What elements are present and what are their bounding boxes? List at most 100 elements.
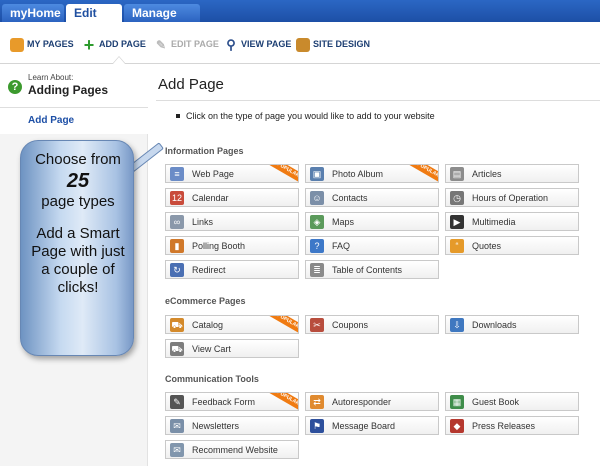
pencil-icon: ✎ xyxy=(155,37,167,52)
callout-line-4: Add a Smart Page with just a couple of c… xyxy=(31,225,125,296)
page-type-redirect[interactable]: ↻ Redirect xyxy=(165,260,299,279)
links-icon: ∞ xyxy=(170,215,184,229)
callout-line-3: page types xyxy=(41,193,115,210)
page-type-label: Multimedia xyxy=(472,217,516,227)
articles-icon: ▤ xyxy=(450,167,464,181)
bullet-icon xyxy=(176,114,180,118)
faq-icon: ? xyxy=(310,239,324,253)
page-type-photo-album[interactable]: ▣ Photo Album POPULAR xyxy=(305,164,439,183)
page-type-label: Hours of Operation xyxy=(472,193,549,203)
page-type-label: Polling Booth xyxy=(192,241,246,251)
popular-badge: POPULAR xyxy=(266,165,298,182)
page-type-label: View Cart xyxy=(192,344,231,354)
page-type-label: Articles xyxy=(472,169,502,179)
page-type-downloads[interactable]: ⇩ Downloads xyxy=(445,315,579,334)
clock-icon: ◷ xyxy=(450,191,464,205)
page-type-label: Web Page xyxy=(192,169,234,179)
magnifier-icon: ⚲ xyxy=(226,36,236,52)
redirect-icon: ↻ xyxy=(170,263,184,277)
photo-album-icon: ▣ xyxy=(310,167,324,181)
learn-about-label: Learn About: xyxy=(28,73,74,82)
main-content: Add Page Click on the type of page you w… xyxy=(148,64,600,466)
my-pages-button[interactable]: MY PAGES xyxy=(10,36,74,52)
table-of-contents-icon: ≣ xyxy=(310,263,324,277)
view-page-label: VIEW PAGE xyxy=(241,39,292,49)
page-type-label: Press Releases xyxy=(472,421,536,431)
sidebar-item-add-page[interactable]: Add Page xyxy=(0,108,148,134)
page-type-recommend-website[interactable]: ✉ Recommend Website xyxy=(165,440,299,459)
popular-badge: POPULAR xyxy=(266,316,298,333)
page-type-label: Autoresponder xyxy=(332,397,392,407)
page-type-faq[interactable]: ? FAQ xyxy=(305,236,439,255)
edit-page-label: EDIT PAGE xyxy=(171,39,219,49)
page-type-label: Links xyxy=(192,217,214,227)
help-icon: ? xyxy=(8,80,22,94)
maps-icon: ◈ xyxy=(310,215,324,229)
page-type-label: Quotes xyxy=(472,241,502,251)
page-type-quotes[interactable]: “ Quotes xyxy=(445,236,579,255)
page-type-articles[interactable]: ▤ Articles xyxy=(445,164,579,183)
site-design-button[interactable]: SITE DESIGN xyxy=(296,36,370,52)
section-information-pages: Information Pages xyxy=(165,146,244,156)
multimedia-icon: ▶ xyxy=(450,215,464,229)
page-type-multimedia[interactable]: ▶ Multimedia xyxy=(445,212,579,231)
newsletters-icon: ✉ xyxy=(170,419,184,433)
page-type-hours-of-operation[interactable]: ◷ Hours of Operation xyxy=(445,188,579,207)
page-type-label: Catalog xyxy=(192,320,224,330)
coupons-icon: ✂ xyxy=(310,318,324,332)
page-type-label: Newsletters xyxy=(192,421,240,431)
page-type-label: Redirect xyxy=(192,265,226,275)
tab-myhome[interactable]: myHome xyxy=(2,4,64,22)
my-pages-label: MY PAGES xyxy=(27,39,74,49)
view-page-button[interactable]: ⚲ VIEW PAGE xyxy=(224,36,291,52)
recommend-website-icon: ✉ xyxy=(170,443,184,457)
page-type-label: Recommend Website xyxy=(192,445,278,455)
polling-booth-icon: ▮ xyxy=(170,239,184,253)
catalog-icon: ⛟ xyxy=(170,318,184,332)
learn-about-box[interactable]: ? Learn About: Adding Pages xyxy=(0,64,148,108)
page-type-calendar[interactable]: 12 Calendar xyxy=(165,188,299,207)
page-type-feedback-form[interactable]: ✎ Feedback Form POPULAR xyxy=(165,392,299,411)
tab-manage-site[interactable]: Manage Site xyxy=(124,4,200,38)
edit-page-button[interactable]: ✎ EDIT PAGE xyxy=(154,36,219,52)
tab-edit-site[interactable]: Edit Site xyxy=(66,4,122,38)
add-page-button[interactable]: + ADD PAGE xyxy=(82,34,146,55)
page-type-view-cart[interactable]: ⛟ View Cart xyxy=(165,339,299,358)
page-type-web-page[interactable]: ≡ Web Page POPULAR xyxy=(165,164,299,183)
page-type-label: Feedback Form xyxy=(192,397,256,407)
web-page-icon: ≡ xyxy=(170,167,184,181)
popular-badge: POPULAR xyxy=(266,393,298,410)
page-type-newsletters[interactable]: ✉ Newsletters xyxy=(165,416,299,435)
page-type-label: Guest Book xyxy=(472,397,520,407)
popular-badge: POPULAR xyxy=(406,165,438,182)
page-type-press-releases[interactable]: ◆ Press Releases xyxy=(445,416,579,435)
page-type-label: FAQ xyxy=(332,241,351,251)
page-type-label: Photo Album xyxy=(332,169,384,179)
page-type-label: Message Board xyxy=(332,421,396,431)
page-type-label: Calendar xyxy=(192,193,229,203)
page-type-coupons[interactable]: ✂ Coupons xyxy=(305,315,439,334)
instruction-text: Click on the type of page you would like… xyxy=(186,111,435,121)
learn-about-topic: Adding Pages xyxy=(28,83,109,97)
section-ecommerce-pages: eCommerce Pages xyxy=(165,296,246,306)
page-type-links[interactable]: ∞ Links xyxy=(165,212,299,231)
page-type-polling-booth[interactable]: ▮ Polling Booth xyxy=(165,236,299,255)
page-type-maps[interactable]: ◈ Maps xyxy=(305,212,439,231)
page-type-contacts[interactable]: ☺ Contacts xyxy=(305,188,439,207)
toolbar: MY PAGES + ADD PAGE ✎ EDIT PAGE ⚲ VIEW PAGE… xyxy=(0,22,600,64)
page-type-autoresponder[interactable]: ⇄ Autoresponder xyxy=(305,392,439,411)
page-type-label: Table of Contents xyxy=(332,265,403,275)
promo-callout: Choose from 25 page types Add a Smart Pa… xyxy=(20,140,134,356)
downloads-icon: ⇩ xyxy=(450,318,464,332)
quotes-icon: “ xyxy=(450,239,464,253)
calendar-icon: 12 xyxy=(170,191,184,205)
site-design-label: SITE DESIGN xyxy=(313,39,371,49)
page-type-guest-book[interactable]: ▦ Guest Book xyxy=(445,392,579,411)
plus-icon: + xyxy=(83,34,95,55)
press-releases-icon: ◆ xyxy=(450,419,464,433)
page-type-catalog[interactable]: ⛟ Catalog POPULAR xyxy=(165,315,299,334)
feedback-form-icon: ✎ xyxy=(170,395,184,409)
page-type-message-board[interactable]: ⚑ Message Board xyxy=(305,416,439,435)
page-type-table-of-contents[interactable]: ≣ Table of Contents xyxy=(305,260,439,279)
cart-icon: ⛟ xyxy=(170,342,184,356)
